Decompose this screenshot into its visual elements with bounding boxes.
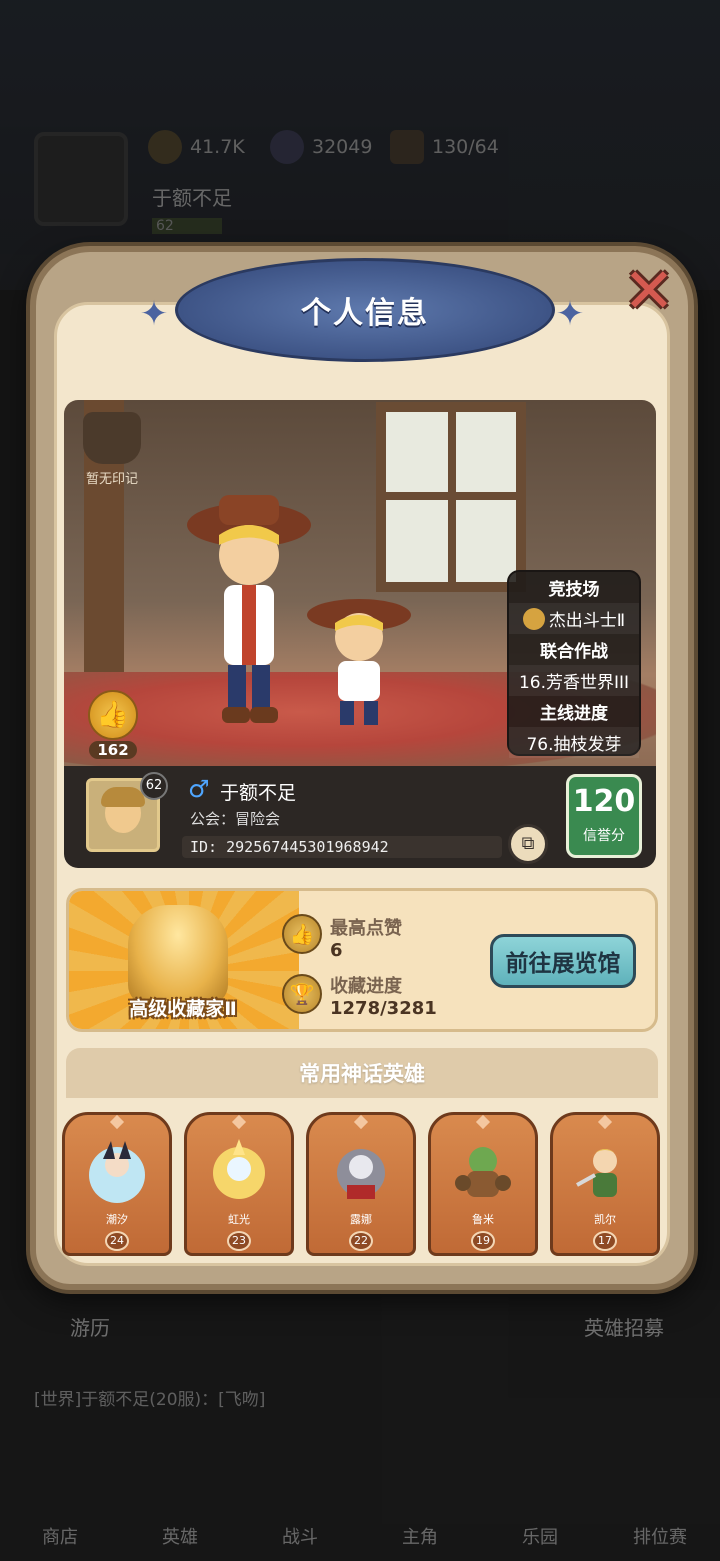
hero-name: 凯尔 xyxy=(594,1213,616,1226)
hero-portrait-lumi xyxy=(455,1147,511,1197)
main-progress-value: 76.抽枝发芽 xyxy=(509,727,639,758)
hero-level: 19 xyxy=(471,1231,495,1251)
player-id: ID: 292567445301968942 xyxy=(190,838,389,856)
background-gems: 32049 xyxy=(270,130,373,164)
credit-score-badge[interactable]: 120 信誉分 xyxy=(566,774,642,858)
nav-park: 乐园 xyxy=(522,1527,558,1548)
no-mark-badge[interactable]: 暂无印记 xyxy=(80,412,144,487)
star-left-icon: ✦ xyxy=(139,294,169,334)
travel-button: 游历 xyxy=(70,1316,110,1340)
player-name: 于额不足 xyxy=(220,782,297,804)
hero-level: 22 xyxy=(349,1231,373,1251)
hero-card-tide[interactable]: 潮汐 24 xyxy=(62,1112,172,1256)
companion-character-illustration xyxy=(307,599,411,725)
star-right-icon: ✦ xyxy=(555,294,585,334)
hero-card-kyle[interactable]: 凯尔 17 xyxy=(550,1112,660,1256)
panel-title: 个人信息 xyxy=(301,296,429,331)
nav-battle: 战斗 xyxy=(282,1527,318,1548)
hero-level: 17 xyxy=(593,1231,617,1251)
hero-name: 露娜 xyxy=(350,1213,372,1226)
collection-progress-label: 收藏进度 xyxy=(330,976,402,997)
likes-badge[interactable]: 👍 162 xyxy=(86,690,140,759)
bottom-nav: 商店 英雄 战斗 主角 乐园 排位赛 xyxy=(0,1430,720,1561)
player-guild: 公会：冒险会 xyxy=(190,810,281,828)
hero-card-rainbow[interactable]: 虹光 23 xyxy=(184,1112,294,1256)
arena-rank-icon xyxy=(522,607,545,630)
hero-level: 24 xyxy=(105,1231,129,1251)
nav-heroes: 英雄 xyxy=(162,1527,198,1548)
hero-portrait-luna xyxy=(337,1149,385,1199)
hero-character-illustration xyxy=(187,495,311,723)
credit-score-label: 信誉分 xyxy=(583,828,625,844)
hero-name: 潮汐 xyxy=(106,1213,128,1226)
hero-card-luna[interactable]: 露娜 22 xyxy=(306,1112,416,1256)
no-mark-label: 暂无印记 xyxy=(85,472,138,487)
main-progress-label: 主线进度 xyxy=(540,704,608,724)
gold-amount: 41.7K xyxy=(190,136,245,158)
thumbs-up-icon: 👍 xyxy=(88,690,138,740)
hero-card-lumi[interactable]: 鲁米 19 xyxy=(428,1112,538,1256)
joint-battle-value: 16.芳香世界III xyxy=(509,665,639,696)
arena-rank-value: 杰出斗士Ⅱ xyxy=(548,611,626,631)
background-stamina: 130/64 xyxy=(390,130,499,164)
nav-ranked: 排位赛 xyxy=(633,1527,687,1548)
nav-shop: 商店 xyxy=(42,1527,78,1548)
background-player-level: 62 xyxy=(152,218,222,234)
hero-level: 23 xyxy=(227,1231,251,1251)
copy-icon: ⧉ xyxy=(521,833,535,854)
gem-amount: 32049 xyxy=(312,136,373,158)
world-chat: [世界]于额不足(20服)：[飞吻] xyxy=(34,1390,266,1410)
gold-icon xyxy=(148,130,182,164)
card-gem-icon xyxy=(475,1114,491,1130)
stamina-icon xyxy=(390,130,424,164)
close-button[interactable]: ✕ xyxy=(614,256,684,326)
close-icon: ✕ xyxy=(623,254,675,327)
background-player-name: 于额不足 xyxy=(152,186,232,210)
joint-battle-label: 联合作战 xyxy=(540,642,608,662)
trophy-icon: 🏆 xyxy=(282,974,322,1014)
card-gem-icon xyxy=(353,1114,369,1130)
recruit-button: 英雄招募 xyxy=(584,1316,664,1340)
common-heroes-header: 常用神话英雄 xyxy=(66,1048,658,1098)
player-level-badge: 62 xyxy=(140,772,168,800)
hero-name: 鲁米 xyxy=(472,1213,494,1226)
progress-info-box: 竞技场 杰出斗士Ⅱ 联合作战 16.芳香世界III 主线进度 76.抽枝发芽 xyxy=(507,570,641,758)
top-likes-label: 最高点赞 xyxy=(330,918,402,939)
nav-protagonist: 主角 xyxy=(402,1527,438,1548)
title-banner: 个人信息 xyxy=(175,258,555,362)
collection-progress-value: 1278/3281 xyxy=(330,998,437,1019)
card-gem-icon xyxy=(231,1114,247,1130)
top-likes-value: 6 xyxy=(330,940,343,961)
thumbs-up-icon: 👍 xyxy=(282,914,322,954)
crown-icon xyxy=(83,412,141,464)
stamina-amount: 130/64 xyxy=(432,136,499,158)
collector-title: 高级收藏家Ⅱ xyxy=(129,998,237,1020)
angel-statue-icon xyxy=(128,905,228,1005)
scene-window xyxy=(376,402,526,592)
hero-portrait-tide xyxy=(89,1141,145,1203)
male-icon: ♂ xyxy=(188,775,210,803)
arena-rank: 杰出斗士Ⅱ xyxy=(509,603,639,634)
credit-score-value: 120 xyxy=(572,784,636,819)
hero-name: 虹光 xyxy=(228,1213,250,1226)
copy-id-button[interactable]: ⧉ xyxy=(508,824,548,864)
common-heroes-title: 常用神话英雄 xyxy=(299,1062,425,1086)
gem-icon xyxy=(270,130,304,164)
avatar-hair xyxy=(101,787,145,807)
background-gold: 41.7K xyxy=(148,130,245,164)
card-gem-icon xyxy=(109,1114,125,1130)
arena-label: 竞技场 xyxy=(548,580,600,600)
hero-portrait-rainbow xyxy=(213,1139,265,1199)
likes-count: 162 xyxy=(89,741,137,759)
background-avatar xyxy=(34,132,128,226)
hero-portrait-kyle xyxy=(576,1149,619,1197)
go-to-museum-button[interactable]: 前往展览馆 xyxy=(490,934,636,988)
card-gem-icon xyxy=(597,1114,613,1130)
